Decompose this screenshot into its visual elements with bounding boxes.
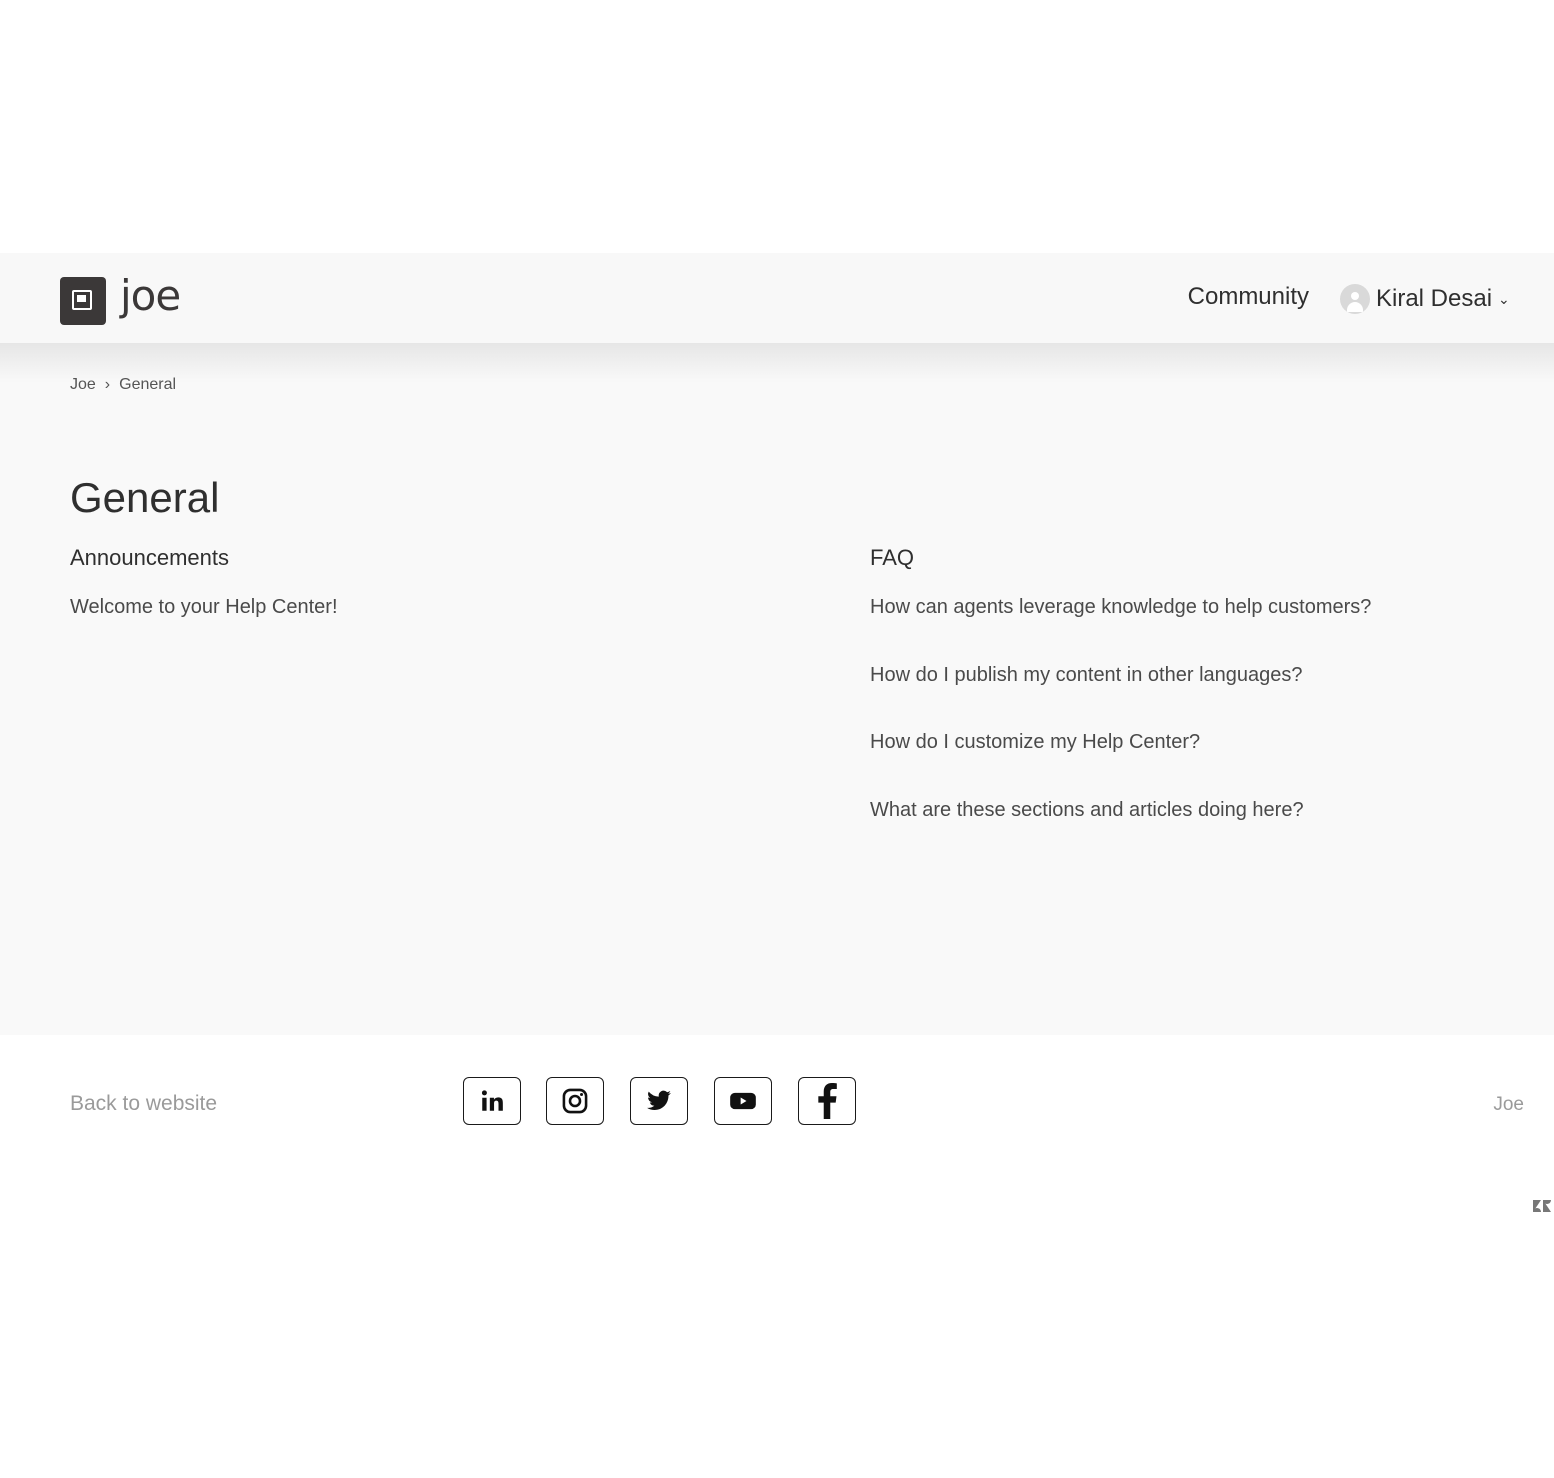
linkedin-button[interactable]	[463, 1077, 521, 1125]
youtube-icon	[730, 1092, 756, 1110]
twitter-button[interactable]	[630, 1077, 688, 1125]
top-blank-area	[0, 0, 1554, 253]
nav-community-link[interactable]: Community	[1188, 283, 1309, 311]
instagram-icon	[562, 1088, 588, 1114]
cup-icon	[72, 290, 92, 310]
article-link[interactable]: What are these sections and articles doi…	[870, 799, 1304, 822]
user-name: Kiral Desai	[1376, 285, 1493, 312]
article-link[interactable]: How do I customize my Help Center?	[870, 731, 1200, 754]
section-title-faq[interactable]: FAQ	[870, 545, 914, 571]
section-title-announcements[interactable]: Announcements	[70, 545, 229, 571]
linkedin-icon	[481, 1090, 503, 1111]
article-link[interactable]: How can agents leverage knowledge to hel…	[870, 596, 1371, 619]
header-shadow	[0, 343, 1554, 383]
breadcrumb-item-joe[interactable]: Joe	[70, 376, 96, 394]
page-title: General	[70, 474, 220, 521]
site-footer	[0, 1035, 1554, 1478]
chevron-down-icon: ⌄	[1498, 290, 1510, 307]
avatar-head-icon	[1351, 292, 1359, 300]
twitter-icon	[647, 1090, 671, 1110]
main-content	[0, 383, 1554, 1035]
user-menu[interactable]: Kiral Desai ⌄	[1340, 283, 1510, 315]
avatar	[1340, 284, 1370, 314]
site-header: joe Community Kiral Desai ⌄	[0, 253, 1554, 343]
logo-icon[interactable]	[60, 277, 106, 325]
facebook-button[interactable]	[798, 1077, 856, 1125]
breadcrumb: Joe › General	[70, 376, 176, 394]
youtube-button[interactable]	[714, 1077, 772, 1125]
article-link[interactable]: How do I publish my content in other lan…	[870, 664, 1303, 687]
zendesk-icon[interactable]	[1532, 1198, 1552, 1214]
instagram-button[interactable]	[546, 1077, 604, 1125]
article-link[interactable]: Welcome to your Help Center!	[70, 596, 338, 619]
back-to-website-link[interactable]: Back to website	[70, 1092, 217, 1116]
logo-text[interactable]: joe	[120, 271, 181, 320]
breadcrumb-separator-icon: ›	[104, 376, 111, 393]
footer-brand: Joe	[1493, 1094, 1524, 1115]
avatar-body-icon	[1347, 302, 1363, 312]
facebook-icon	[818, 1083, 837, 1119]
breadcrumb-item-general[interactable]: General	[119, 376, 176, 394]
